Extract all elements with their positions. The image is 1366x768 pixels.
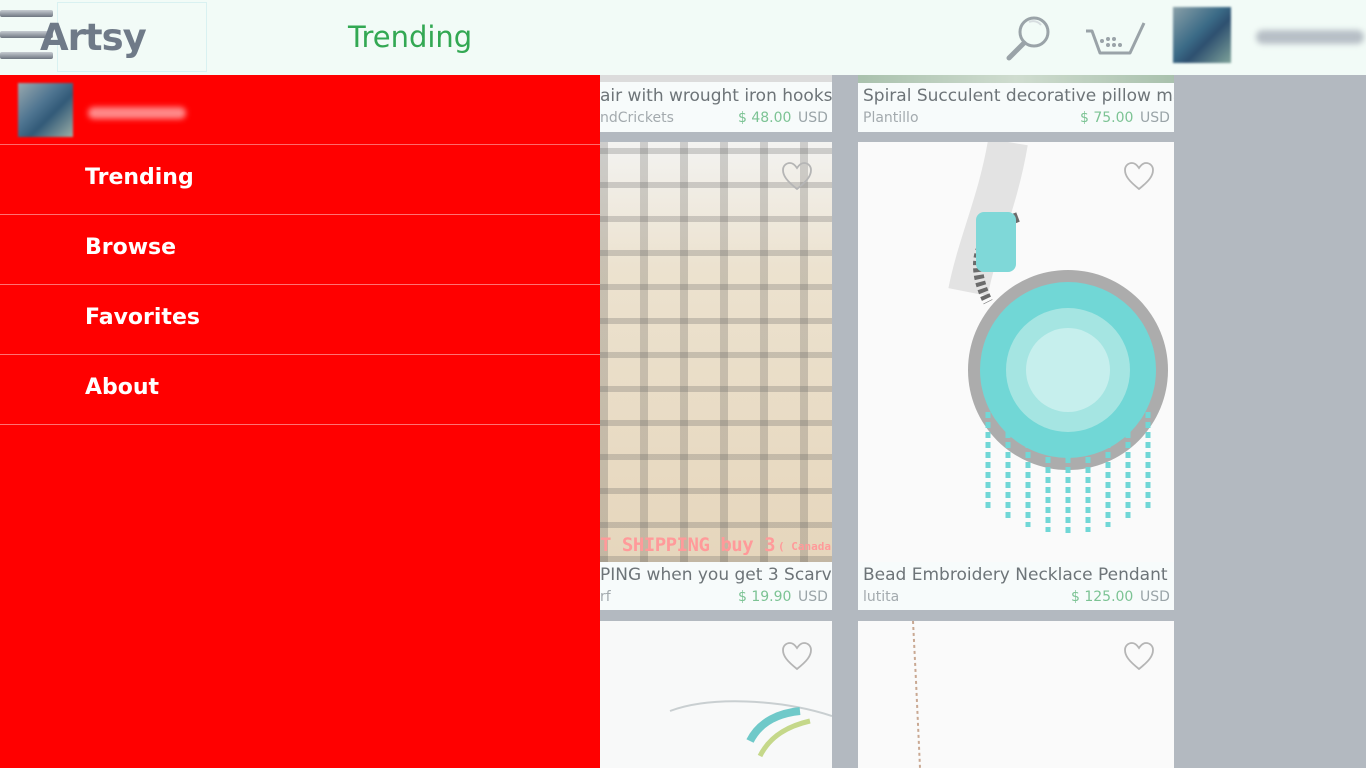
heart-icon[interactable] [1123, 161, 1155, 191]
product-title: PING when you get 3 Scarves [600, 565, 832, 585]
product-image-text: T SHIPPING buy 3 [600, 534, 776, 556]
necklace-illustration [948, 142, 1168, 534]
heart-icon[interactable] [781, 641, 813, 671]
nav-item-browse[interactable]: Browse [0, 215, 600, 285]
nav-item-label: Favorites [85, 305, 200, 330]
heart-icon[interactable] [1123, 641, 1155, 671]
product-image: T SHIPPING buy 3 ( Canada [600, 142, 832, 562]
nav-item-favorites[interactable]: Favorites [0, 285, 600, 355]
product-card[interactable]: air with wrought iron hooks or ndCricket… [600, 75, 832, 132]
product-card[interactable] [600, 621, 832, 768]
product-seller: ndCrickets [600, 110, 674, 126]
product-image [858, 142, 1174, 562]
product-price: $ 19.90 [738, 589, 792, 605]
product-seller: Plantillo [863, 110, 919, 126]
product-seller: rf [600, 589, 611, 605]
drawer-avatar [18, 83, 73, 137]
product-currency: USD [1140, 589, 1170, 605]
nav-item-about[interactable]: About [0, 355, 600, 425]
product-card[interactable]: Spiral Succulent decorative pillow made … [858, 75, 1174, 132]
product-seller: lutita [863, 589, 900, 605]
top-bar: Artsy Trending [0, 0, 1366, 75]
drawer-user-row[interactable] [0, 75, 600, 145]
search-icon[interactable] [1003, 13, 1053, 63]
cart-icon[interactable] [1084, 17, 1148, 61]
app-brand: Artsy [40, 16, 147, 59]
product-card[interactable] [858, 621, 1174, 768]
product-image-subtext: ( Canada [778, 540, 831, 553]
navigation-drawer: Trending Browse Favorites About [0, 75, 600, 768]
product-title: Bead Embroidery Necklace Pendant Bea [863, 565, 1174, 585]
nav-item-label: About [85, 375, 160, 400]
product-currency: USD [1140, 110, 1170, 126]
product-currency: USD [798, 110, 828, 126]
nav-item-label: Trending [85, 165, 194, 190]
product-price: $ 125.00 [1071, 589, 1134, 605]
drawer-username-blurred [88, 107, 186, 119]
product-currency: USD [798, 589, 828, 605]
heart-icon[interactable] [781, 161, 813, 191]
product-card[interactable]: T SHIPPING buy 3 ( Canada PING when you … [600, 142, 832, 610]
product-card[interactable]: Bead Embroidery Necklace Pendant Bea lut… [858, 142, 1174, 610]
nav-item-label: Browse [85, 235, 177, 260]
product-title: Spiral Succulent decorative pillow made [863, 86, 1174, 106]
user-avatar[interactable] [1173, 7, 1231, 63]
product-title: air with wrought iron hooks or [600, 86, 832, 106]
product-price: $ 48.00 [738, 110, 792, 126]
page-title: Trending [348, 20, 473, 54]
nav-item-trending[interactable]: Trending [0, 145, 600, 215]
product-price: $ 75.00 [1080, 110, 1134, 126]
user-name-blurred [1256, 30, 1364, 44]
